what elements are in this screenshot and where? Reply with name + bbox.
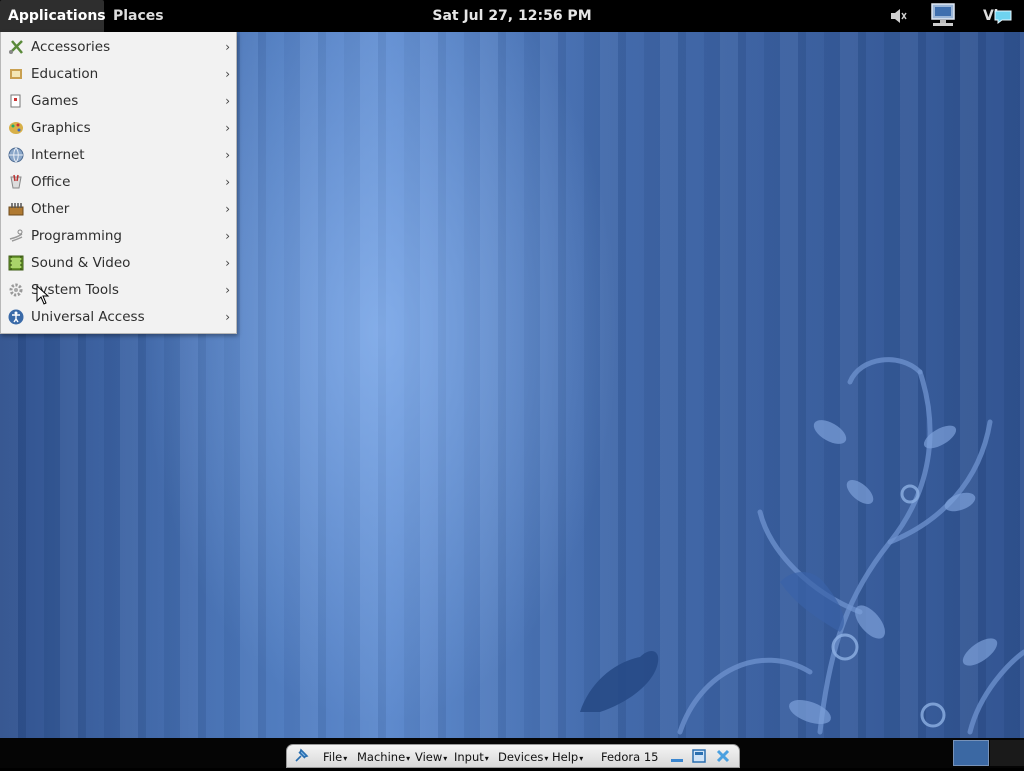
menu-item-label: Office: [31, 174, 71, 190]
vbox-menu-help[interactable]: Help▾: [552, 745, 583, 769]
education-icon: [10, 69, 22, 79]
menu-item-universal-access[interactable]: Universal Access ›: [1, 304, 236, 331]
games-icon: [10, 94, 21, 108]
vbox-menu-label: File: [323, 750, 343, 764]
menu-item-label: Accessories: [31, 39, 111, 55]
submenu-arrow-icon: ›: [225, 94, 230, 108]
places-menu-button[interactable]: Places: [105, 0, 172, 32]
menu-item-label: Universal Access: [31, 309, 145, 325]
vbox-menu-label: Help: [552, 750, 579, 764]
menu-item-label: Other: [31, 201, 70, 217]
submenu-arrow-icon: ›: [225, 175, 230, 189]
sound-video-icon: [8, 255, 24, 271]
menu-item-label: Programming: [31, 228, 122, 244]
menu-item-games[interactable]: Games ›: [1, 88, 236, 115]
system-tools-icon: [9, 283, 23, 297]
accessories-icon: [9, 40, 23, 54]
vbox-menu-machine[interactable]: Machine▾: [357, 745, 410, 769]
restore-window-icon[interactable]: [691, 748, 707, 764]
workspace-1[interactable]: [953, 740, 989, 766]
clock[interactable]: Sat Jul 27, 12:56 PM: [380, 0, 644, 32]
menu-item-label: Games: [31, 93, 79, 109]
universal-access-icon: [8, 309, 24, 325]
other-icon: [8, 203, 24, 216]
menu-item-graphics[interactable]: Graphics ›: [1, 115, 236, 142]
vbox-menu-label: Machine: [357, 750, 406, 764]
minimize-icon[interactable]: [669, 748, 685, 764]
programming-icon: [9, 229, 23, 242]
virtualbox-mini-toolbar: File▾ Machine▾ View▾ Input▾ Devices▾ Hel…: [286, 744, 740, 768]
submenu-arrow-icon: ›: [225, 202, 230, 216]
submenu-arrow-icon: ›: [225, 40, 230, 54]
submenu-arrow-icon: ›: [225, 256, 230, 270]
graphics-icon: [9, 122, 23, 134]
vbox-menu-input[interactable]: Input▾: [454, 745, 489, 769]
vbox-menu-label: Devices: [498, 750, 544, 764]
menu-item-accessories[interactable]: Accessories ›: [1, 34, 236, 61]
vbox-menu-file[interactable]: File▾: [323, 745, 347, 769]
mouse-pointer-icon: [36, 285, 50, 305]
vm-name-label: Fedora 15: [601, 750, 659, 764]
workspace-2[interactable]: [990, 740, 1024, 766]
close-icon[interactable]: [715, 748, 731, 764]
applications-menu-button[interactable]: Applications: [0, 0, 106, 32]
submenu-arrow-icon: ›: [225, 310, 230, 324]
menu-item-label: Sound & Video: [31, 255, 131, 271]
submenu-arrow-icon: ›: [225, 67, 230, 81]
menu-item-other[interactable]: Other ›: [1, 196, 236, 223]
menu-item-label: Internet: [31, 147, 85, 163]
network-icon[interactable]: [928, 3, 960, 29]
menu-item-internet[interactable]: Internet ›: [1, 142, 236, 169]
vbox-menu-label: View: [415, 750, 443, 764]
menu-item-programming[interactable]: Programming ›: [1, 223, 236, 250]
menu-item-label: Graphics: [31, 120, 91, 136]
vbox-menu-label: Input: [454, 750, 484, 764]
menu-item-education[interactable]: Education ›: [1, 61, 236, 88]
vbox-menu-devices[interactable]: Devices▾: [498, 745, 548, 769]
submenu-arrow-icon: ›: [225, 229, 230, 243]
pin-icon[interactable]: [293, 748, 309, 764]
menu-item-office[interactable]: Office ›: [1, 169, 236, 196]
menu-item-sound-video[interactable]: Sound & Video ›: [1, 250, 236, 277]
wallpaper-floral-art: [580, 357, 1024, 735]
office-icon: [10, 174, 22, 189]
submenu-arrow-icon: ›: [225, 283, 230, 297]
internet-icon: [8, 147, 24, 163]
message-tray-icon[interactable]: [994, 10, 1012, 24]
menu-item-label: Education: [31, 66, 99, 82]
volume-muted-icon[interactable]: [888, 6, 908, 26]
vbox-menu-view[interactable]: View▾: [415, 745, 447, 769]
top-panel: Applications Places Sat Jul 27, 12:56 PM…: [0, 0, 1024, 32]
submenu-arrow-icon: ›: [225, 148, 230, 162]
submenu-arrow-icon: ›: [225, 121, 230, 135]
